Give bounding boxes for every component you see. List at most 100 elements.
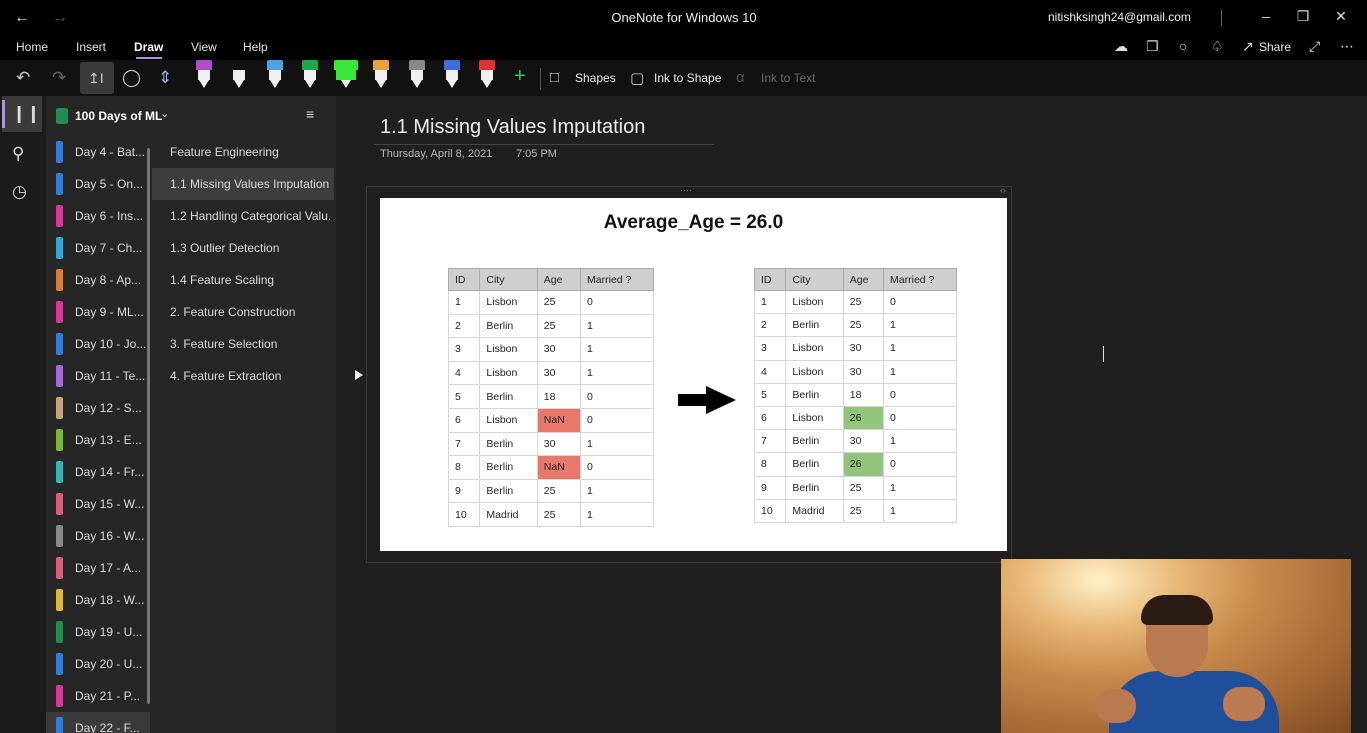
bell-icon[interactable]: ♤ bbox=[1211, 38, 1224, 55]
chevron-down-icon[interactable]: ⌄ bbox=[160, 107, 169, 120]
active-menu-indicator bbox=[136, 57, 162, 59]
table-cell: 8 bbox=[447, 455, 481, 480]
pen-black[interactable] bbox=[231, 60, 247, 90]
shapes-icon[interactable]: □ bbox=[550, 69, 559, 86]
undo-icon[interactable]: ↶ bbox=[16, 68, 30, 88]
column-header: Married ? bbox=[580, 268, 654, 291]
ink-to-shape-button[interactable]: Ink to Shape bbox=[654, 71, 721, 85]
section-item[interactable]: Day 19 - U... bbox=[46, 616, 150, 648]
pen-purple[interactable] bbox=[196, 60, 212, 90]
section-item[interactable]: Day 6 - Ins... bbox=[46, 200, 150, 232]
add-space-icon[interactable]: ⇕ bbox=[158, 68, 172, 88]
text-select-icon[interactable]: ↥I bbox=[88, 70, 104, 87]
pencil-gray[interactable] bbox=[409, 60, 425, 90]
section-item[interactable]: Day 17 - A... bbox=[46, 552, 150, 584]
highlighter-green[interactable] bbox=[334, 60, 358, 90]
table-cell: 30 bbox=[536, 337, 582, 362]
table-cell: 25 bbox=[536, 313, 582, 339]
section-item[interactable]: Day 18 - W... bbox=[46, 584, 150, 616]
table-cell: 25 bbox=[842, 498, 885, 523]
section-item[interactable]: Day 21 - P... bbox=[46, 680, 150, 712]
more-options-icon[interactable]: ⋯ bbox=[1340, 38, 1354, 55]
section-item[interactable]: Day 4 - Bat... bbox=[46, 136, 150, 168]
pen-red[interactable] bbox=[479, 60, 495, 90]
pen-orange[interactable] bbox=[373, 60, 389, 90]
section-item[interactable]: Day 10 - Jo... bbox=[46, 328, 150, 360]
table-row: 9 Berlin 25 1 bbox=[447, 478, 654, 504]
page-title[interactable]: 1.1 Missing Values Imputation bbox=[380, 116, 645, 139]
section-item[interactable]: Day 9 - ML... bbox=[46, 296, 150, 328]
section-item[interactable]: Day 20 - U... bbox=[46, 648, 150, 680]
section-item[interactable]: Day 14 - Fr... bbox=[46, 456, 150, 488]
table-cell: 0 bbox=[580, 455, 654, 480]
pen-light-blue[interactable] bbox=[267, 60, 283, 90]
section-item[interactable]: Day 12 - S... bbox=[46, 392, 150, 424]
notebook-header[interactable]: 100 Days of ML ⌄ ≡ bbox=[46, 96, 336, 136]
lasso-select-icon[interactable]: ◯ bbox=[122, 68, 141, 88]
sync-icon[interactable]: ☁ bbox=[1114, 38, 1128, 55]
menu-view[interactable]: View bbox=[191, 40, 217, 54]
add-pen-icon[interactable]: + bbox=[514, 65, 526, 88]
account-email[interactable]: nitishksingh24@gmail.com bbox=[1048, 10, 1191, 24]
section-color-tab bbox=[56, 141, 63, 163]
notebook-name[interactable]: 100 Days of ML bbox=[75, 109, 162, 123]
close-icon[interactable]: ✕ bbox=[1329, 8, 1353, 28]
page-label: 3. Feature Selection bbox=[170, 337, 278, 351]
section-item[interactable]: Day 5 - On... bbox=[46, 168, 150, 200]
lightbulb-icon[interactable]: ○ bbox=[1179, 38, 1187, 54]
pen-green[interactable] bbox=[302, 60, 318, 90]
ink-to-shape-icon[interactable]: ▢ bbox=[630, 69, 644, 87]
section-label: Day 10 - Jo... bbox=[75, 337, 147, 351]
section-color-tab bbox=[56, 557, 63, 579]
section-label: Day 5 - On... bbox=[75, 177, 144, 191]
menu-draw[interactable]: Draw bbox=[134, 40, 163, 54]
table-row: 3 Lisbon 30 1 bbox=[447, 337, 654, 362]
search-icon[interactable]: ⚲ bbox=[12, 144, 24, 164]
page-item[interactable]: 4. Feature Extraction bbox=[152, 360, 334, 392]
table-cell: 1 bbox=[883, 359, 957, 384]
resize-handle-icon[interactable]: ‹› bbox=[1000, 185, 1006, 195]
table-row: 8 Berlin 26 0 bbox=[753, 452, 957, 477]
section-item[interactable]: Day 8 - Ap... bbox=[46, 264, 150, 296]
page-item[interactable]: 3. Feature Selection bbox=[152, 328, 334, 360]
page-item[interactable]: 1.2 Handling Categorical Valu... bbox=[152, 200, 334, 232]
section-item[interactable]: Day 13 - E... bbox=[46, 424, 150, 456]
draw-ribbon: ↶ ↷ ↥I ◯ ⇕ + □ Shapes ▢ Ink to Shape α I… bbox=[0, 60, 1367, 96]
menu-help[interactable]: Help bbox=[243, 40, 268, 54]
notebooks-icon[interactable]: ❙❙ bbox=[12, 104, 41, 124]
table-cell: Lisbon bbox=[785, 405, 844, 431]
table-row: 6 Lisbon 26 0 bbox=[753, 405, 957, 431]
section-item[interactable]: Day 22 - F... bbox=[46, 712, 150, 733]
redo-icon[interactable]: ↷ bbox=[52, 68, 66, 88]
table-cell: 25 bbox=[536, 478, 582, 504]
sort-icon[interactable]: ≡ bbox=[306, 106, 314, 122]
table-cell: 0 bbox=[883, 382, 957, 407]
shapes-button[interactable]: Shapes bbox=[575, 71, 616, 85]
table-cell: 4 bbox=[447, 360, 481, 386]
sticky-notes-icon[interactable]: ❐ bbox=[1146, 38, 1159, 55]
back-arrow-icon[interactable]: ← bbox=[8, 6, 36, 30]
recent-clock-icon[interactable]: ◷ bbox=[12, 182, 27, 202]
menu-insert[interactable]: Insert bbox=[76, 40, 106, 54]
section-item[interactable]: Day 11 - Te... bbox=[46, 360, 150, 392]
page-item[interactable]: 2. Feature Construction bbox=[152, 296, 334, 328]
page-item[interactable]: 1.1 Missing Values Imputation bbox=[152, 168, 334, 200]
minimize-icon[interactable]: – bbox=[1254, 8, 1278, 28]
section-item[interactable]: Day 7 - Ch... bbox=[46, 232, 150, 264]
menu-home[interactable]: Home bbox=[16, 40, 48, 54]
page-item[interactable]: 1.3 Outlier Detection bbox=[152, 232, 334, 264]
share-button[interactable]: Share bbox=[1259, 40, 1291, 54]
section-item[interactable]: Day 15 - W... bbox=[46, 488, 150, 520]
pen-blue[interactable] bbox=[444, 60, 460, 90]
page-item[interactable]: 1.4 Feature Scaling bbox=[152, 264, 334, 296]
table-cell: 0 bbox=[883, 289, 957, 315]
drag-handle-icon[interactable]: ···· bbox=[680, 185, 692, 195]
restore-icon[interactable]: ❐ bbox=[1291, 8, 1315, 28]
fullscreen-icon[interactable]: ⤢ bbox=[1309, 38, 1320, 55]
expand-pane-icon[interactable] bbox=[355, 370, 363, 380]
page-item[interactable]: Feature Engineering bbox=[152, 136, 334, 168]
table-cell: 1 bbox=[753, 289, 787, 315]
share-icon[interactable]: ↗ bbox=[1242, 38, 1254, 55]
section-item[interactable]: Day 16 - W... bbox=[46, 520, 150, 552]
forward-arrow-icon[interactable]: → bbox=[46, 6, 74, 30]
